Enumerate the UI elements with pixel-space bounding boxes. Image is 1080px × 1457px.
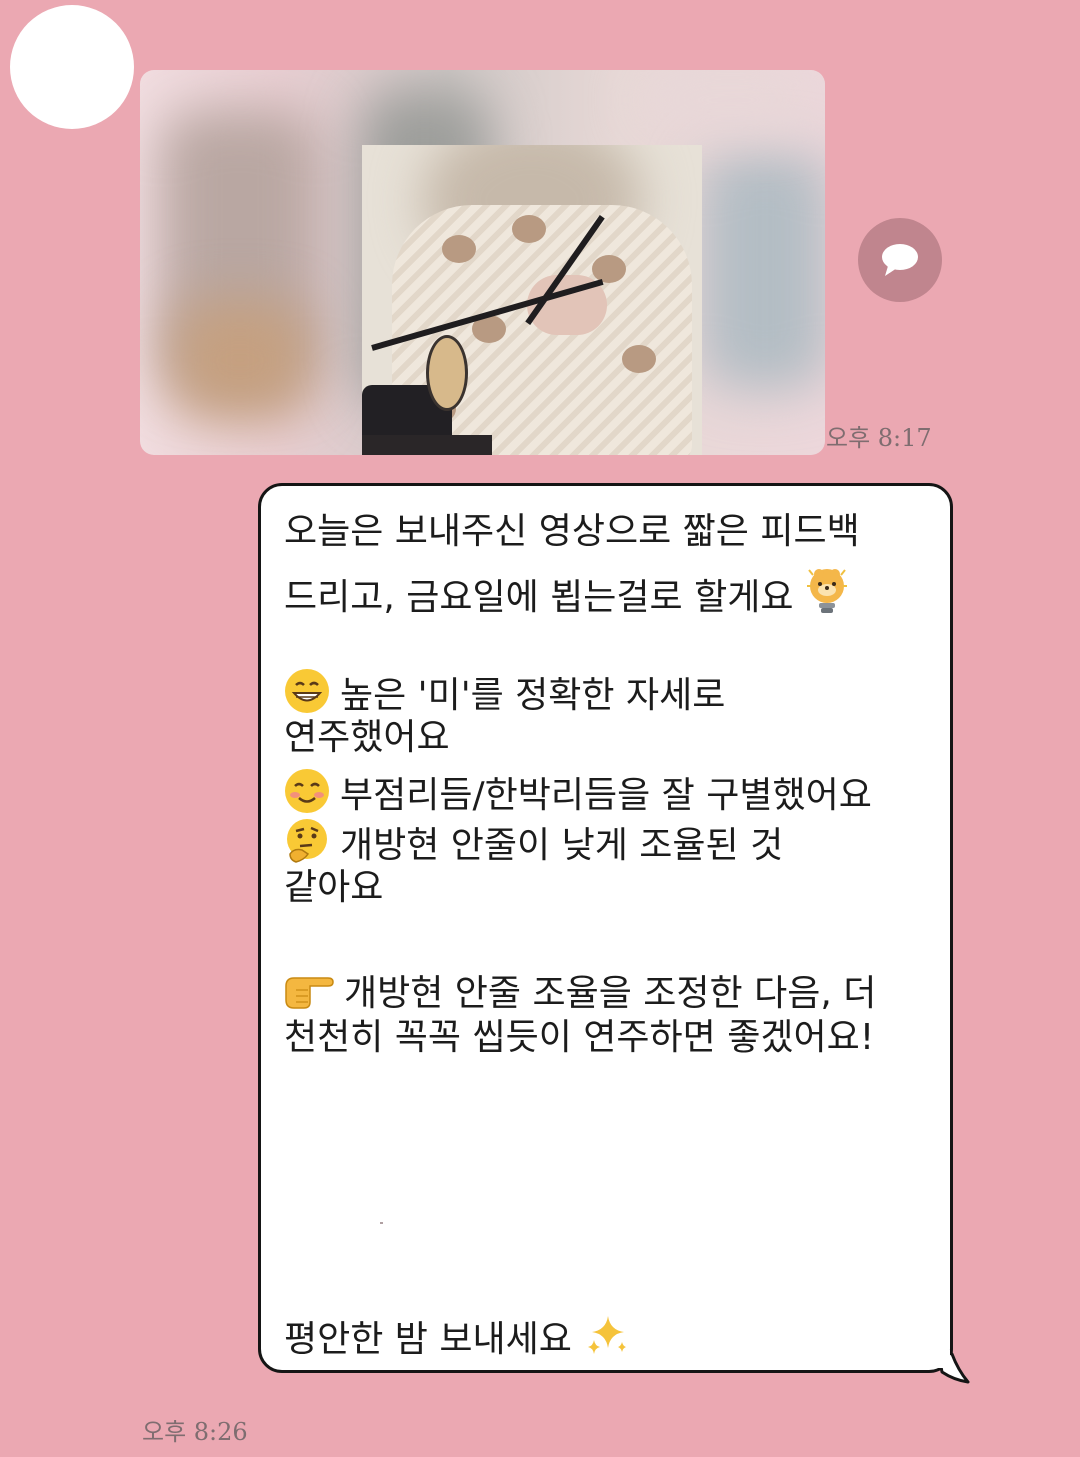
message-line: 오늘은 보내주신 영상으로 짧은 피드백 <box>284 511 860 552</box>
message-line: 연주했어요 <box>284 717 450 758</box>
message-line: 높은 '미'를 정확한 자세로 <box>284 668 725 723</box>
message-line: 천천히 꼭꼭 씹듯이 연주하면 좋겠어요! <box>284 1017 875 1058</box>
message-line: 개방현 안줄 조율을 조정한 다음, 더 <box>284 968 876 1021</box>
speech-bubble-icon <box>882 244 918 276</box>
photo-subject <box>362 145 702 455</box>
share-button[interactable] <box>858 218 942 302</box>
message-timestamp: 오후 8:26 <box>142 1418 248 1446</box>
message-line: 평안한 밤 보내세요 <box>284 1312 630 1367</box>
grinning-face-icon <box>284 668 330 723</box>
sender-avatar[interactable] <box>10 5 134 129</box>
message-line: 같아요 <box>284 867 384 908</box>
lightbulb-character-icon <box>805 566 849 625</box>
message-line: 드리고, 금요일에 뵙는걸로 할게요 <box>284 566 849 625</box>
bubble-tail <box>938 1350 970 1384</box>
photo-timestamp: 오후 8:17 <box>826 424 932 452</box>
thinking-face-icon <box>284 818 330 873</box>
sparkles-icon <box>584 1312 630 1367</box>
shared-photo[interactable] <box>140 70 825 455</box>
message-line: 개방현 안줄이 낮게 조율된 것 <box>284 818 783 873</box>
pointing-hand-icon <box>284 968 334 1021</box>
smiling-face-icon <box>284 768 330 823</box>
message-line: 부점리듬/한박리듬을 잘 구별했어요 <box>284 768 872 823</box>
